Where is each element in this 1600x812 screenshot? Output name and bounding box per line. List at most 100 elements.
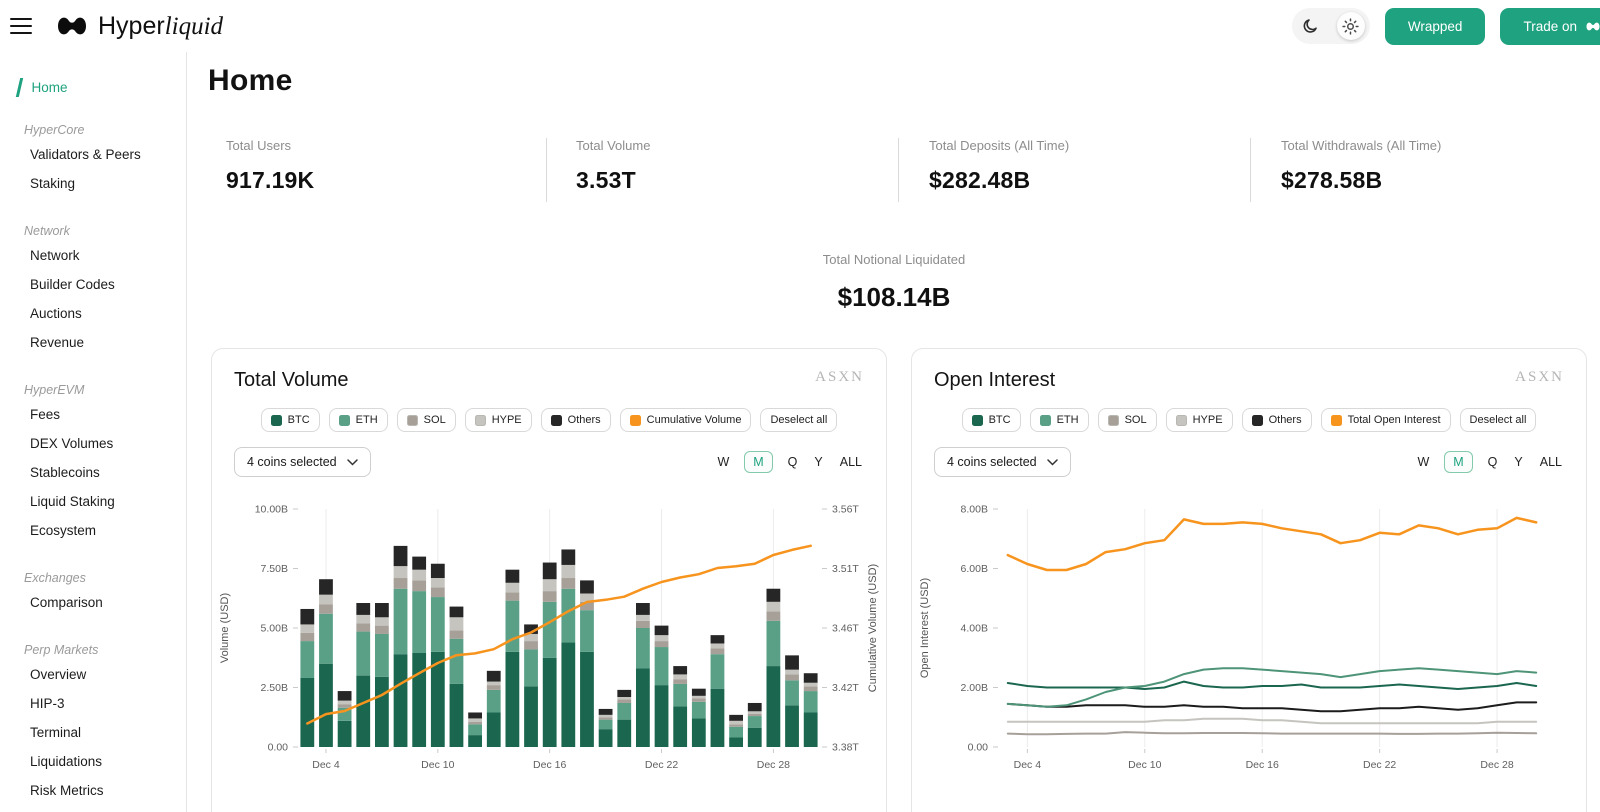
legend-pill-cumulative-volume[interactable]: Cumulative Volume	[620, 408, 752, 432]
legend-pill-hype[interactable]: HYPE	[465, 408, 532, 432]
bar-segment-eth[interactable]	[319, 614, 333, 664]
bar-segment-others[interactable]	[468, 712, 482, 718]
sidebar-item-fees[interactable]: Fees	[0, 400, 186, 429]
sidebar-item-home[interactable]: Home	[18, 78, 186, 97]
bar-segment-others[interactable]	[692, 689, 706, 696]
legend-pill-total-open-interest[interactable]: Total Open Interest	[1321, 408, 1451, 432]
bar-segment-btc[interactable]	[561, 642, 575, 747]
sidebar-item-validators-peers[interactable]: Validators & Peers	[0, 140, 186, 169]
bar-segment-eth[interactable]	[655, 647, 669, 685]
coins-dropdown[interactable]: 4 coins selected	[234, 447, 371, 477]
bar-segment-others[interactable]	[766, 589, 780, 602]
bar-segment-sol[interactable]	[692, 698, 706, 702]
range-button-w[interactable]: W	[1415, 452, 1431, 472]
bar-segment-others[interactable]	[748, 703, 762, 711]
bar-segment-sol[interactable]	[561, 578, 575, 589]
bar-segment-eth[interactable]	[748, 716, 762, 728]
bar-segment-others[interactable]	[487, 671, 501, 682]
line-hype[interactable]	[1008, 719, 1536, 724]
bar-segment-eth[interactable]	[561, 589, 575, 643]
bar-segment-others[interactable]	[543, 563, 557, 580]
bar-segment-eth[interactable]	[711, 654, 725, 689]
bar-segment-eth[interactable]	[766, 621, 780, 666]
bar-segment-others[interactable]	[356, 603, 370, 615]
bar-segment-hype[interactable]	[431, 578, 445, 588]
bar-segment-others[interactable]	[804, 673, 818, 683]
line-others[interactable]	[1008, 702, 1536, 711]
legend-pill-btc[interactable]: BTC	[962, 408, 1021, 432]
bar-segment-others[interactable]	[673, 666, 687, 674]
bar-segment-others[interactable]	[394, 546, 408, 566]
bar-segment-eth[interactable]	[468, 724, 482, 735]
bar-segment-eth[interactable]	[505, 601, 519, 652]
legend-pill-eth[interactable]: ETH	[329, 408, 388, 432]
bar-segment-others[interactable]	[655, 626, 669, 636]
bar-segment-eth[interactable]	[431, 597, 445, 652]
bar-segment-hype[interactable]	[561, 565, 575, 578]
bar-segment-sol[interactable]	[450, 630, 464, 638]
legend-pill-sol[interactable]: SOL	[397, 408, 456, 432]
bar-segment-others[interactable]	[412, 557, 426, 570]
sidebar-item-ecosystem[interactable]: Ecosystem	[0, 516, 186, 545]
bar-segment-others[interactable]	[505, 570, 519, 583]
bar-segment-hype[interactable]	[468, 718, 482, 722]
bar-segment-hype[interactable]	[766, 602, 780, 612]
bar-segment-btc[interactable]	[711, 689, 725, 747]
deselect-all-button[interactable]: Deselect all	[1460, 408, 1537, 432]
bar-segment-others[interactable]	[431, 564, 445, 578]
bar-segment-eth[interactable]	[599, 720, 613, 730]
bar-segment-others[interactable]	[338, 691, 352, 701]
bar-segment-hype[interactable]	[356, 615, 370, 623]
bar-segment-hype[interactable]	[804, 683, 818, 687]
deselect-all-button[interactable]: Deselect all	[760, 408, 837, 432]
sidebar-item-terminal[interactable]: Terminal	[0, 718, 186, 747]
bar-segment-sol[interactable]	[300, 633, 314, 641]
bar-segment-hype[interactable]	[636, 615, 650, 621]
bar-segment-others[interactable]	[617, 690, 631, 697]
bar-segment-eth[interactable]	[450, 639, 464, 684]
range-button-m[interactable]: M	[744, 451, 772, 473]
bar-segment-eth[interactable]	[394, 589, 408, 654]
total-volume-chart[interactable]: 0.002.50B5.00B7.50B10.00B3.38T3.42T3.46T…	[212, 485, 888, 801]
bar-segment-sol[interactable]	[766, 611, 780, 621]
bar-segment-btc[interactable]	[524, 686, 538, 747]
bar-segment-eth[interactable]	[692, 702, 706, 719]
legend-pill-others[interactable]: Others	[1242, 408, 1312, 432]
line-btc[interactable]	[1008, 682, 1536, 689]
bar-segment-sol[interactable]	[524, 641, 538, 649]
line-total-open-interest[interactable]	[1008, 518, 1536, 570]
hyperliquid-logo[interactable]: Hyperliquid	[55, 12, 223, 41]
bar-segment-btc[interactable]	[655, 685, 669, 747]
bar-segment-btc[interactable]	[356, 676, 370, 747]
bar-segment-hype[interactable]	[748, 711, 762, 713]
coins-dropdown[interactable]: 4 coins selected	[934, 447, 1071, 477]
bar-segment-btc[interactable]	[599, 729, 613, 747]
bar-segment-btc[interactable]	[394, 654, 408, 747]
bar-segment-others[interactable]	[580, 580, 594, 593]
wrapped-button[interactable]: Wrapped	[1385, 8, 1486, 45]
bar-segment-btc[interactable]	[412, 653, 426, 747]
bar-segment-hype[interactable]	[711, 643, 725, 648]
bar-segment-eth[interactable]	[729, 727, 743, 738]
bar-segment-sol[interactable]	[394, 578, 408, 589]
legend-pill-others[interactable]: Others	[541, 408, 611, 432]
legend-pill-btc[interactable]: BTC	[261, 408, 320, 432]
bar-segment-eth[interactable]	[543, 602, 557, 658]
sidebar-item-liquid-staking[interactable]: Liquid Staking	[0, 487, 186, 516]
bar-segment-sol[interactable]	[319, 604, 333, 614]
sidebar-item-hip-3[interactable]: HIP-3	[0, 689, 186, 718]
range-button-q[interactable]: Q	[1486, 452, 1500, 472]
bar-segment-sol[interactable]	[356, 623, 370, 631]
range-button-q[interactable]: Q	[786, 452, 800, 472]
bar-segment-sol[interactable]	[599, 717, 613, 719]
bar-segment-eth[interactable]	[412, 591, 426, 653]
bar-segment-btc[interactable]	[450, 684, 464, 747]
bar-segment-btc[interactable]	[766, 666, 780, 747]
bar-segment-sol[interactable]	[804, 686, 818, 691]
bar-segment-btc[interactable]	[729, 737, 743, 747]
bar-segment-eth[interactable]	[524, 649, 538, 686]
legend-pill-hype[interactable]: HYPE	[1166, 408, 1233, 432]
sidebar-item-auctions[interactable]: Auctions	[0, 299, 186, 328]
sidebar-item-risk-metrics[interactable]: Risk Metrics	[0, 776, 186, 805]
bar-segment-btc[interactable]	[468, 735, 482, 747]
